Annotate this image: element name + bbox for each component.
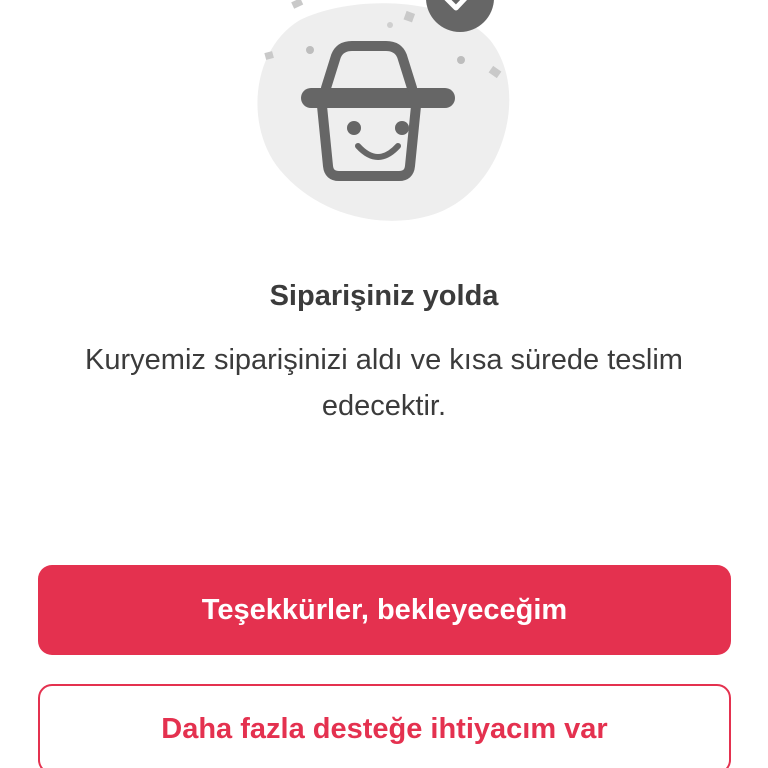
confetti	[387, 22, 393, 28]
order-illustration	[240, 0, 520, 230]
thanks-will-wait-label: Teşekkürler, bekleyeceğim	[201, 593, 568, 626]
confetti	[291, 0, 304, 9]
order-status-screen: Siparişiniz yolda Kuryemiz siparişinizi …	[0, 0, 768, 768]
status-message: Kuryemiz siparişinizi aldı ve kısa süred…	[85, 344, 683, 422]
confetti	[457, 56, 465, 64]
thanks-will-wait-button[interactable]: Teşekkürler, bekleyeceğim	[38, 565, 731, 655]
need-more-support-button[interactable]: Daha fazla desteğe ihtiyacım var	[38, 684, 731, 768]
smiling-basket-icon	[257, 0, 510, 221]
basket-eye	[395, 121, 409, 135]
illustration-background	[257, 3, 510, 221]
basket-eye	[347, 121, 361, 135]
status-title: Siparişiniz yolda	[269, 280, 499, 312]
confetti	[306, 46, 314, 54]
need-more-support-label: Daha fazla desteğe ihtiyacım var	[161, 712, 608, 745]
